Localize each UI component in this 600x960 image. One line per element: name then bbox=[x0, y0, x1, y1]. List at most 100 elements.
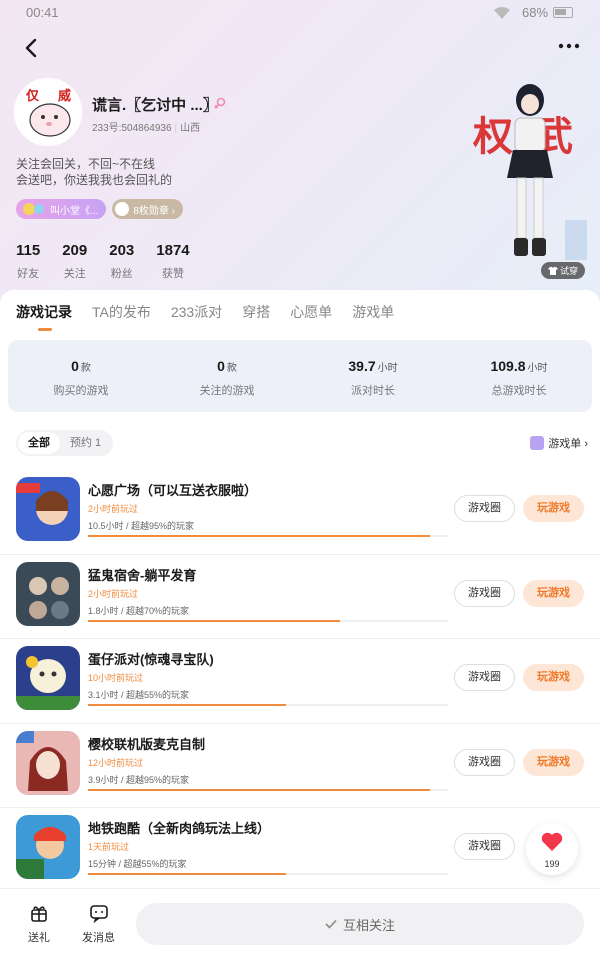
game-last-played: 1天前玩过 bbox=[88, 842, 130, 853]
medal-button[interactable]: 8枚勋章 › bbox=[112, 199, 184, 219]
gift-icon bbox=[31, 906, 47, 922]
friend-badge[interactable]: 叫小堂《... bbox=[16, 199, 107, 219]
game-list-link-label: 游戏单 › bbox=[548, 438, 588, 450]
game-playtime: 1.8小时 / 超越70%的玩家 bbox=[88, 605, 190, 616]
tab-game-lists[interactable]: 游戏单 bbox=[352, 302, 394, 322]
stat-likes[interactable]: 1874 获赞 bbox=[156, 242, 189, 281]
play-game-button[interactable]: 玩游戏 bbox=[523, 579, 584, 607]
avatar-cartoon-icon: 仅 威 bbox=[16, 80, 80, 144]
game-title: 猛鬼宿舍-躺平发育 bbox=[88, 567, 197, 583]
list-item[interactable]: 地铁跑酷（全新肉鸽玩法上线） 1天前玩过 15分钟 / 超越55%的玩家 游戏圈 bbox=[0, 808, 600, 893]
filter-all[interactable]: 全部 bbox=[18, 432, 60, 454]
svg-text:威: 威 bbox=[58, 88, 71, 104]
tab-party[interactable]: 233派对 bbox=[171, 302, 222, 322]
stat-following[interactable]: 209 关注 bbox=[62, 242, 87, 281]
school-game-icon[interactable] bbox=[16, 730, 80, 795]
play-game-button[interactable]: 玩游戏 bbox=[523, 748, 584, 776]
playtime-progress-bar bbox=[88, 535, 448, 537]
play-game-button[interactable]: 玩游戏 bbox=[523, 495, 584, 522]
medal-icon bbox=[115, 202, 130, 216]
wish-square-game-icon[interactable] bbox=[16, 477, 80, 541]
filter-pills: 全部 预约 1 bbox=[16, 430, 114, 456]
game-title: 蛋仔派对(惊魂寻宝队) bbox=[88, 652, 214, 668]
tab-game-records[interactable]: 游戏记录 bbox=[16, 302, 72, 322]
like-button[interactable]: 199 bbox=[526, 823, 578, 875]
stat-followers[interactable]: 203 粉丝 bbox=[109, 242, 134, 281]
play-game-button[interactable]: 玩游戏 bbox=[523, 664, 584, 692]
game-list-icon bbox=[530, 436, 545, 450]
bio-line: 会送吧，你送我我也会回礼的 bbox=[16, 173, 173, 187]
stat-friends[interactable]: 115 好友 bbox=[16, 242, 40, 281]
badge-group: 叫小堂《... 8枚勋章 › bbox=[16, 199, 184, 219]
list-item[interactable]: 蛋仔派对(惊魂寻宝队) 10小时前玩过 3.1小时 / 超越55%的玩家 游戏圈… bbox=[0, 639, 600, 724]
like-count: 199 bbox=[544, 859, 560, 869]
bio-line: 关注会回关，不回~不在线 bbox=[16, 157, 156, 171]
message-button[interactable]: 发消息 bbox=[82, 903, 115, 945]
game-playtime: 3.9小时 / 超越95%的玩家 bbox=[88, 774, 190, 785]
status-bar: 00:41 68% bbox=[0, 0, 600, 26]
list-item[interactable]: 心愿广场（可以互送衣服啦） 2小时前玩过 10.5小时 / 超越95%的玩家 游… bbox=[0, 470, 600, 555]
bio: 关注会回关，不回~不在线 会送吧，你送我我也会回礼的 bbox=[16, 156, 172, 188]
game-last-played: 2小时前玩过 bbox=[88, 588, 139, 599]
heart-icon bbox=[541, 832, 563, 851]
location: 山西 bbox=[180, 123, 201, 134]
battery-icon bbox=[553, 7, 573, 18]
filter-row: 全部 预约 1 游戏单 › bbox=[16, 430, 588, 456]
female-gender-icon bbox=[214, 97, 226, 109]
playtime-progress-bar bbox=[88, 619, 448, 622]
mutual-follow-label: 互相关注 bbox=[342, 917, 395, 933]
check-icon bbox=[325, 919, 337, 929]
active-tab-indicator bbox=[38, 328, 52, 331]
svg-text:仅: 仅 bbox=[25, 88, 40, 104]
game-circle-button[interactable]: 游戏圈 bbox=[454, 748, 515, 776]
playtime-progress-bar bbox=[88, 788, 448, 791]
game-title: 樱校联机版麦克自制 bbox=[88, 736, 206, 752]
bottom-action-bar: 送礼 发消息 互相关注 bbox=[0, 888, 600, 960]
ghost-dorm-game-icon[interactable] bbox=[16, 561, 80, 626]
nickname: 谎言.〖乞讨中 ...〗 bbox=[92, 97, 218, 114]
summary-party-time: 39.7 小时 派对时长 bbox=[348, 358, 398, 397]
mutual-follow-button[interactable]: 互相关注 bbox=[136, 903, 584, 945]
game-list-link[interactable]: 游戏单 › bbox=[530, 435, 588, 451]
tab-outfits[interactable]: 穿搭 bbox=[242, 302, 270, 322]
game-circle-button[interactable]: 游戏圈 bbox=[454, 833, 515, 861]
list-item[interactable]: 樱校联机版麦克自制 12小时前玩过 3.9小时 / 超越95%的玩家 游戏圈 玩… bbox=[0, 724, 600, 809]
profile-stats: 115 好友 209 关注 203 粉丝 1874 获赞 bbox=[16, 242, 212, 281]
shirt-icon bbox=[547, 266, 558, 275]
battery-percent: 68% bbox=[522, 5, 549, 20]
status-time: 00:41 bbox=[26, 5, 59, 20]
avatar-character-image[interactable]: 权 武 bbox=[465, 70, 595, 280]
try-on-label: 试穿 bbox=[559, 266, 578, 276]
game-last-played: 10小时前玩过 bbox=[88, 673, 144, 684]
game-playtime: 3.1小时 / 超越55%的玩家 bbox=[88, 690, 190, 701]
profile-tabs: 游戏记录 TA的发布 233派对 穿搭 心愿单 游戏单 bbox=[16, 302, 394, 322]
wifi-icon bbox=[494, 6, 510, 19]
playtime-progress-bar bbox=[88, 873, 448, 876]
friend-badge-label: 叫小堂《... bbox=[50, 205, 99, 217]
subway-surfers-game-icon[interactable] bbox=[16, 815, 80, 880]
game-circle-button[interactable]: 游戏圈 bbox=[454, 664, 515, 692]
tab-posts[interactable]: TA的发布 bbox=[92, 302, 151, 322]
medal-label: 8枚勋章 › bbox=[133, 205, 176, 217]
sparkle-badge-icon bbox=[23, 203, 44, 215]
game-summary: 0 款购买的游戏 0 款关注的游戏 39.7 小时 派对时长 109.8 小时 总游戏时长 bbox=[8, 340, 592, 412]
message-icon bbox=[89, 905, 108, 924]
back-arrow-icon[interactable] bbox=[20, 36, 44, 60]
eggy-party-game-icon[interactable] bbox=[16, 646, 80, 711]
list-item[interactable]: 猛鬼宿舍-躺平发育 2小时前玩过 1.8小时 / 超越70%的玩家 游戏圈 玩游… bbox=[0, 555, 600, 640]
game-circle-button[interactable]: 游戏圈 bbox=[454, 579, 515, 607]
message-label: 发消息 bbox=[82, 932, 115, 944]
game-circle-button[interactable]: 游戏圈 bbox=[454, 495, 515, 522]
user-id: 233号:504864936 bbox=[92, 123, 172, 134]
try-on-button[interactable]: 试穿 bbox=[541, 262, 585, 279]
filter-reserved[interactable]: 预约 1 bbox=[60, 432, 111, 454]
game-list: 心愿广场（可以互送衣服啦） 2小时前玩过 10.5小时 / 超越95%的玩家 游… bbox=[0, 470, 600, 893]
avatar[interactable]: 仅 威 bbox=[14, 78, 82, 146]
gift-button[interactable]: 送礼 bbox=[28, 903, 50, 945]
summary-total-time: 109.8 小时 总游戏时长 bbox=[490, 358, 548, 397]
tab-wishlist[interactable]: 心愿单 bbox=[290, 302, 332, 322]
game-last-played: 2小时前玩过 bbox=[88, 504, 139, 514]
playtime-progress-bar bbox=[88, 704, 448, 707]
content-panel: 游戏记录 TA的发布 233派对 穿搭 心愿单 游戏单 0 款购买的游戏 0 款关注… bbox=[0, 290, 600, 960]
more-options-icon[interactable] bbox=[556, 36, 582, 56]
